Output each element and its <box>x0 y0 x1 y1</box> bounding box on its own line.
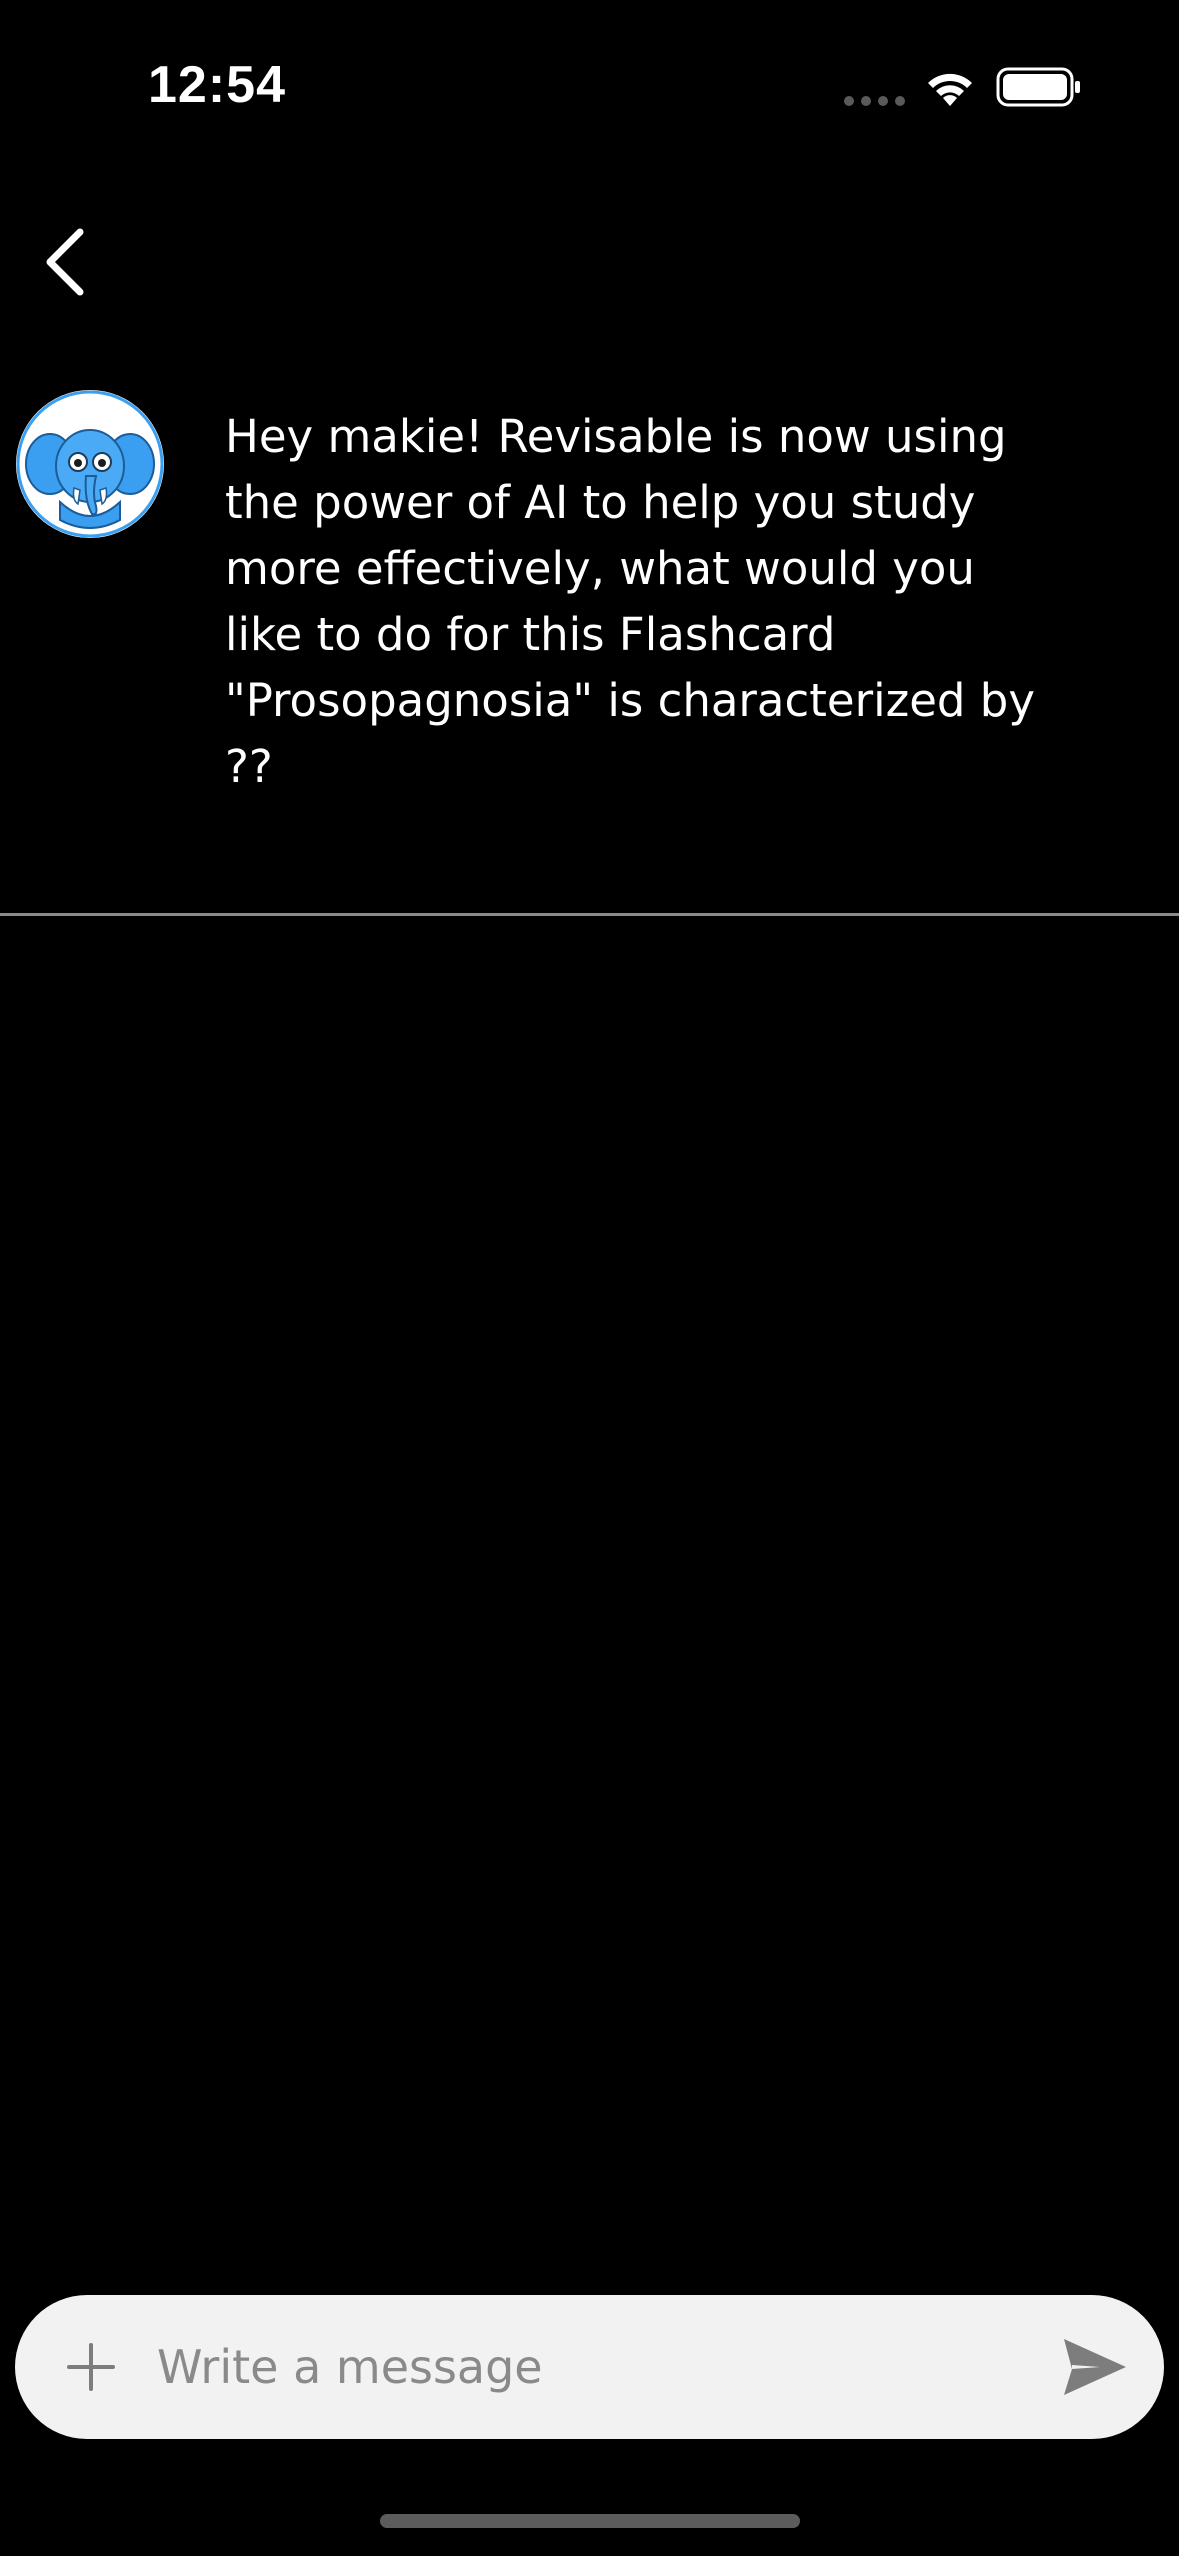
chevron-left-icon <box>46 228 84 296</box>
status-bar: 12:54 <box>0 0 1179 150</box>
send-icon[interactable] <box>1060 2335 1130 2399</box>
signal-icon <box>844 96 906 106</box>
message-composer <box>15 2295 1164 2439</box>
assistant-message: Hey makie! Revisable is now using the po… <box>225 410 1035 793</box>
back-button[interactable] <box>36 222 96 302</box>
wifi-icon <box>928 73 972 106</box>
divider <box>0 913 1179 916</box>
home-indicator[interactable] <box>380 2514 800 2528</box>
avatar <box>16 390 164 538</box>
status-time: 12:54 <box>148 56 286 114</box>
message-input[interactable] <box>157 2325 1037 2409</box>
battery-icon <box>996 67 1080 107</box>
elephant-mascot-icon <box>16 390 164 538</box>
plus-icon[interactable] <box>65 2341 117 2393</box>
